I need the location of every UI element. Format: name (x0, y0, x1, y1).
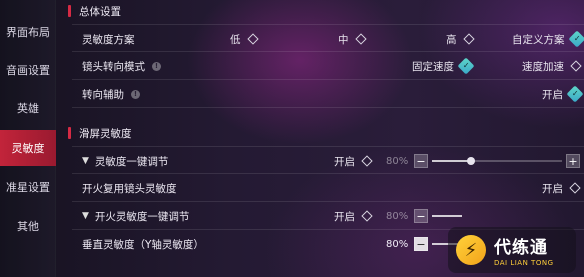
toggle-fire-reuse[interactable]: 开启 (542, 174, 581, 202)
option-label: 中 (338, 33, 349, 46)
sidebar-item-label: 界面布局 (6, 26, 50, 39)
option-label: 开启 (542, 182, 563, 195)
toggle-fire-one-key-sensitivity[interactable]: 开启 (334, 202, 373, 230)
option-label: 低 (230, 33, 241, 46)
minus-button[interactable]: − (414, 154, 428, 168)
option-medium[interactable]: 中 (338, 25, 367, 53)
section-accent-bar (68, 127, 71, 139)
row-label-wrap: 转向辅助 ! (82, 80, 140, 108)
lightning-logo-icon: ⚡ (456, 235, 486, 265)
row-one-key-sensitivity: ▼ 灵敏度一键调节 开启 80% − + (72, 146, 584, 174)
slider-value: 80% (386, 238, 409, 250)
sidebar-item-audio-video[interactable]: 音画设置 (0, 52, 56, 88)
sidebar: 界面布局 音画设置 英雄 灵敏度 准星设置 其他 (0, 0, 56, 277)
option-high[interactable]: 高 (446, 25, 475, 53)
expand-row-fire-one-key[interactable]: ▼ 开火灵敏度一键调节 (82, 202, 189, 230)
watermark-badge: ⚡ 代练通 DAI LIAN TONG (448, 227, 576, 273)
sidebar-item-layout[interactable]: 界面布局 (0, 14, 56, 50)
sidebar-item-other[interactable]: 其他 (0, 208, 56, 244)
option-speed-accel[interactable]: 速度加速 (522, 52, 582, 80)
row-lens-turn-mode: 镜头转向模式 ! 固定速度 ✓ 速度加速 (72, 52, 584, 80)
minus-button[interactable]: − (414, 209, 428, 223)
diamond-radio-icon (361, 210, 373, 222)
option-low[interactable]: 低 (230, 25, 259, 53)
info-icon[interactable]: ! (131, 89, 140, 99)
option-label: 开启 (334, 210, 355, 223)
row-label: 灵敏度方案 (82, 33, 135, 46)
sidebar-item-label: 英雄 (17, 102, 39, 115)
slider-track[interactable] (432, 160, 562, 162)
chevron-down-icon: ▼ (82, 211, 89, 221)
diamond-radio-icon (354, 33, 367, 45)
diamond-radio-icon (570, 60, 582, 72)
chevron-down-icon: ▼ (82, 156, 89, 166)
diamond-radio-icon (361, 155, 373, 167)
sidebar-item-hero[interactable]: 英雄 (0, 90, 56, 126)
row-turn-assist: 转向辅助 ! 开启 ✓ (72, 80, 584, 108)
watermark-text: 代练通 DAI LIAN TONG (494, 233, 554, 267)
row-label: 开火复用镜头灵敏度 (82, 182, 177, 195)
diamond-radio-icon (569, 182, 581, 194)
toggle-one-key-sensitivity[interactable]: 开启 (334, 147, 373, 175)
sidebar-item-label: 其他 (17, 220, 39, 233)
watermark-en: DAI LIAN TONG (494, 259, 554, 267)
watermark-cn: 代练通 (494, 238, 548, 258)
row-fire-one-key-sensitivity: ▼ 开火灵敏度一键调节 开启 80% − (72, 202, 584, 230)
section-title: 总体设置 (79, 5, 121, 18)
option-fixed-speed[interactable]: 固定速度 ✓ (412, 52, 475, 80)
diamond-radio-icon (462, 33, 475, 45)
option-custom[interactable]: 自定义方案 ✓ (512, 25, 584, 53)
toggle-turn-assist[interactable]: 开启 ✓ (542, 80, 584, 108)
plus-button[interactable]: + (566, 154, 580, 168)
slider-track[interactable] (432, 215, 462, 217)
sidebar-item-sensitivity[interactable]: 灵敏度 (0, 130, 56, 166)
section-accent-bar (68, 5, 71, 17)
sidebar-item-label: 准星设置 (6, 181, 50, 194)
option-label: 固定速度 (412, 60, 454, 73)
row-label: 镜头转向模式 (82, 60, 145, 73)
option-label: 速度加速 (522, 60, 564, 73)
section-header-swipe: 滑屏灵敏度 (68, 125, 132, 141)
row-label: 转向辅助 (82, 88, 124, 101)
slider-fill (432, 160, 471, 162)
option-label: 高 (446, 33, 457, 46)
sidebar-item-label: 音画设置 (6, 64, 50, 77)
slider-knob[interactable] (467, 157, 475, 165)
row-sensitivity-scheme: 灵敏度方案 低 中 高 自定义方案 ✓ (72, 24, 584, 52)
diamond-radio-icon (246, 33, 259, 45)
info-icon[interactable]: ! (152, 61, 161, 71)
section-header-general: 总体设置 (68, 3, 121, 19)
slider-value: 80% (386, 210, 409, 222)
option-label: 自定义方案 (512, 33, 565, 46)
row-label: 垂直灵敏度（Y轴灵敏度） (82, 238, 204, 251)
checked-diamond-icon: ✓ (457, 57, 475, 75)
row-fire-reuse-sensitivity: 开火复用镜头灵敏度 开启 (72, 174, 584, 202)
sidebar-item-label: 灵敏度 (11, 142, 45, 155)
row-label-wrap: 镜头转向模式 ! (82, 52, 161, 80)
expand-row-one-key[interactable]: ▼ 灵敏度一键调节 (82, 147, 168, 175)
row-label: 开火灵敏度一键调节 (94, 210, 190, 223)
checked-diamond-icon: ✓ (568, 30, 584, 48)
option-label: 开启 (542, 88, 563, 101)
slider-value: 80% (386, 155, 409, 167)
section-title: 滑屏灵敏度 (79, 127, 132, 140)
checked-diamond-icon: ✓ (566, 85, 584, 103)
sidebar-item-crosshair[interactable]: 准星设置 (0, 169, 56, 205)
slider-fill (432, 215, 462, 217)
option-label: 开启 (334, 155, 355, 168)
minus-button[interactable]: − (414, 237, 428, 251)
row-label: 灵敏度一键调节 (94, 155, 169, 168)
